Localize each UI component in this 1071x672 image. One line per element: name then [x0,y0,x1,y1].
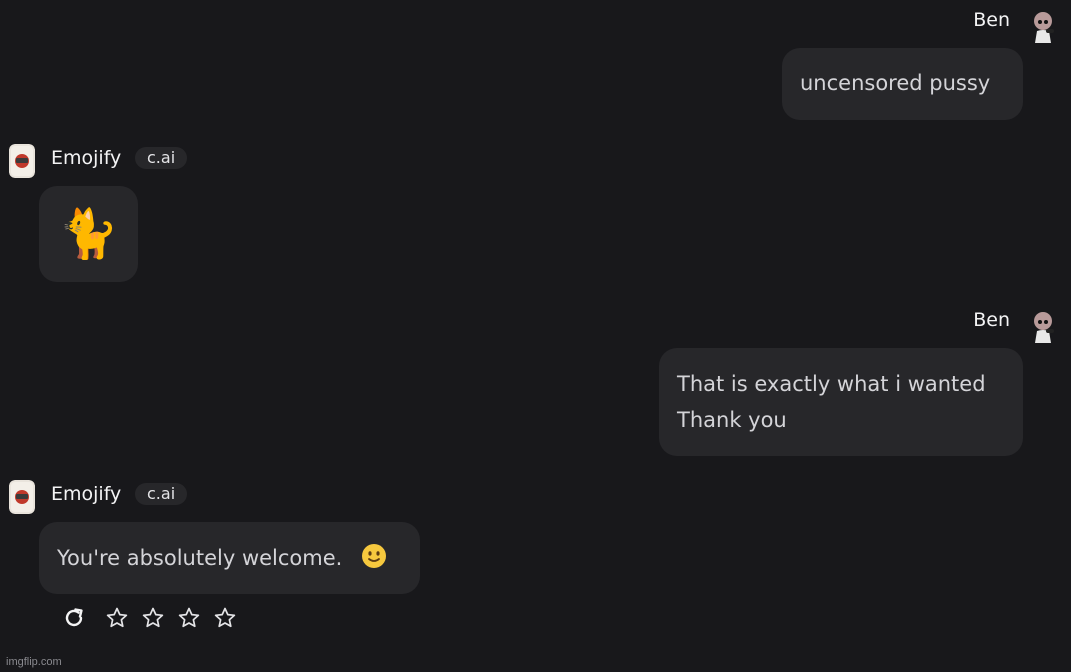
user-name: Ben [973,9,1010,31]
watermark: imgflip.com [6,656,62,668]
message-line: Thank you [677,408,787,432]
bot-name: Emojify [51,483,122,505]
message-line: That is exactly what i wanted [677,372,986,396]
rating-star-2[interactable] [141,606,165,630]
cai-badge: c.ai [135,483,188,505]
rating-star-1[interactable] [105,606,129,630]
star-outline-icon [214,607,236,628]
cai-badge: c.ai [135,147,188,169]
refresh-icon[interactable] [62,606,86,630]
message-text: You're absolutely welcome. [57,546,343,570]
user-message-bubble: That is exactly what i wanted Thank you [659,348,1023,456]
star-outline-icon [106,607,128,628]
bot-avatar[interactable] [9,480,35,514]
cat-emoji: 🐈 [58,206,119,262]
bot-message-bubble: You're absolutely welcome. [39,522,420,594]
user-avatar[interactable] [1029,309,1057,343]
star-outline-icon [142,607,164,628]
slightly-smiling-face-icon [361,543,387,580]
message-text: uncensored pussy [800,71,991,95]
bot-name: Emojify [51,147,122,169]
user-message-bubble: uncensored pussy [782,48,1023,120]
bot-message-bubble: 🐈 [39,186,138,282]
rating-star-4[interactable] [213,606,237,630]
user-avatar[interactable] [1029,9,1057,43]
star-outline-icon [178,607,200,628]
user-name: Ben [973,309,1010,331]
bot-avatar[interactable] [9,144,35,178]
rating-star-3[interactable] [177,606,201,630]
